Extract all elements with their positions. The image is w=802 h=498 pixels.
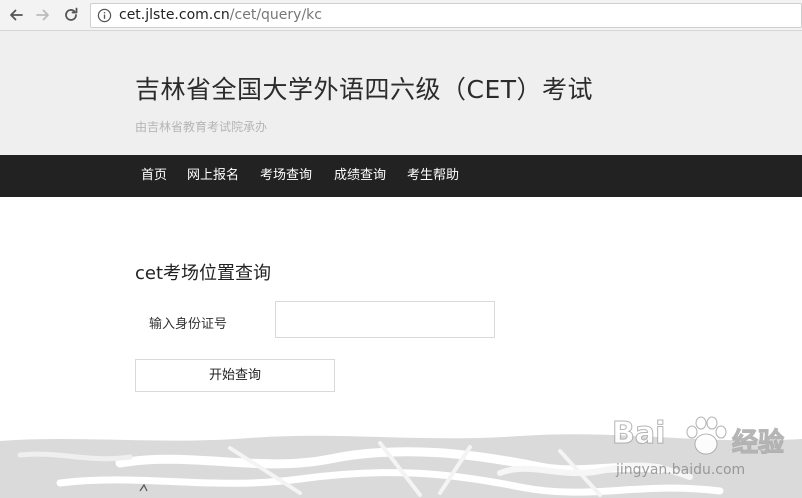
nav-item-help[interactable]: 考生帮助 — [407, 155, 459, 197]
nav-item-home[interactable]: 首页 — [141, 155, 167, 197]
url-host: cet.jlste.com.cn — [119, 7, 230, 23]
id-number-label: 输入身份证号 — [149, 317, 228, 332]
site-title: 吉林省全国大学外语四六级（CET）考试 — [135, 75, 594, 104]
reload-button[interactable] — [61, 5, 81, 25]
browser-toolbar: cet.jlste.com.cn/cet/query/kc — [0, 0, 802, 31]
watermark-domain: jingyan.baidu.com — [616, 462, 746, 478]
main-nav: 首页 网上报名 考场查询 成绩查询 考生帮助 — [0, 155, 802, 197]
page-title: cet考场位置查询 — [135, 263, 272, 284]
reload-icon — [65, 7, 78, 21]
forward-button[interactable] — [33, 5, 53, 25]
id-number-input[interactable] — [275, 301, 495, 338]
arrow-right-icon — [36, 9, 49, 21]
paw-icon — [686, 416, 727, 455]
info-icon[interactable] — [97, 8, 112, 23]
site-header: 吉林省全国大学外语四六级（CET）考试 由吉林省教育考试院承办 — [0, 31, 802, 155]
site-subtitle: 由吉林省教育考试院承办 — [135, 120, 268, 134]
nav-item-registration[interactable]: 网上报名 — [187, 155, 239, 197]
nav-item-score-query[interactable]: 成绩查询 — [334, 155, 386, 197]
url-path: /cet/query/kc — [229, 7, 322, 23]
baidu-jingyan-watermark: Bai 经验 jingyan.baidu.com — [611, 414, 802, 498]
nav-item-exam-room-query[interactable]: 考场查询 — [260, 155, 312, 197]
start-query-button[interactable]: 开始查询 — [135, 359, 335, 392]
address-bar[interactable]: cet.jlste.com.cn/cet/query/kc — [90, 3, 802, 28]
back-button[interactable] — [6, 5, 26, 25]
watermark-product: 经验 — [731, 428, 785, 459]
watermark-brand: Bai — [611, 416, 666, 452]
arrow-left-icon — [10, 9, 23, 21]
url-text[interactable]: cet.jlste.com.cn/cet/query/kc — [119, 7, 322, 23]
